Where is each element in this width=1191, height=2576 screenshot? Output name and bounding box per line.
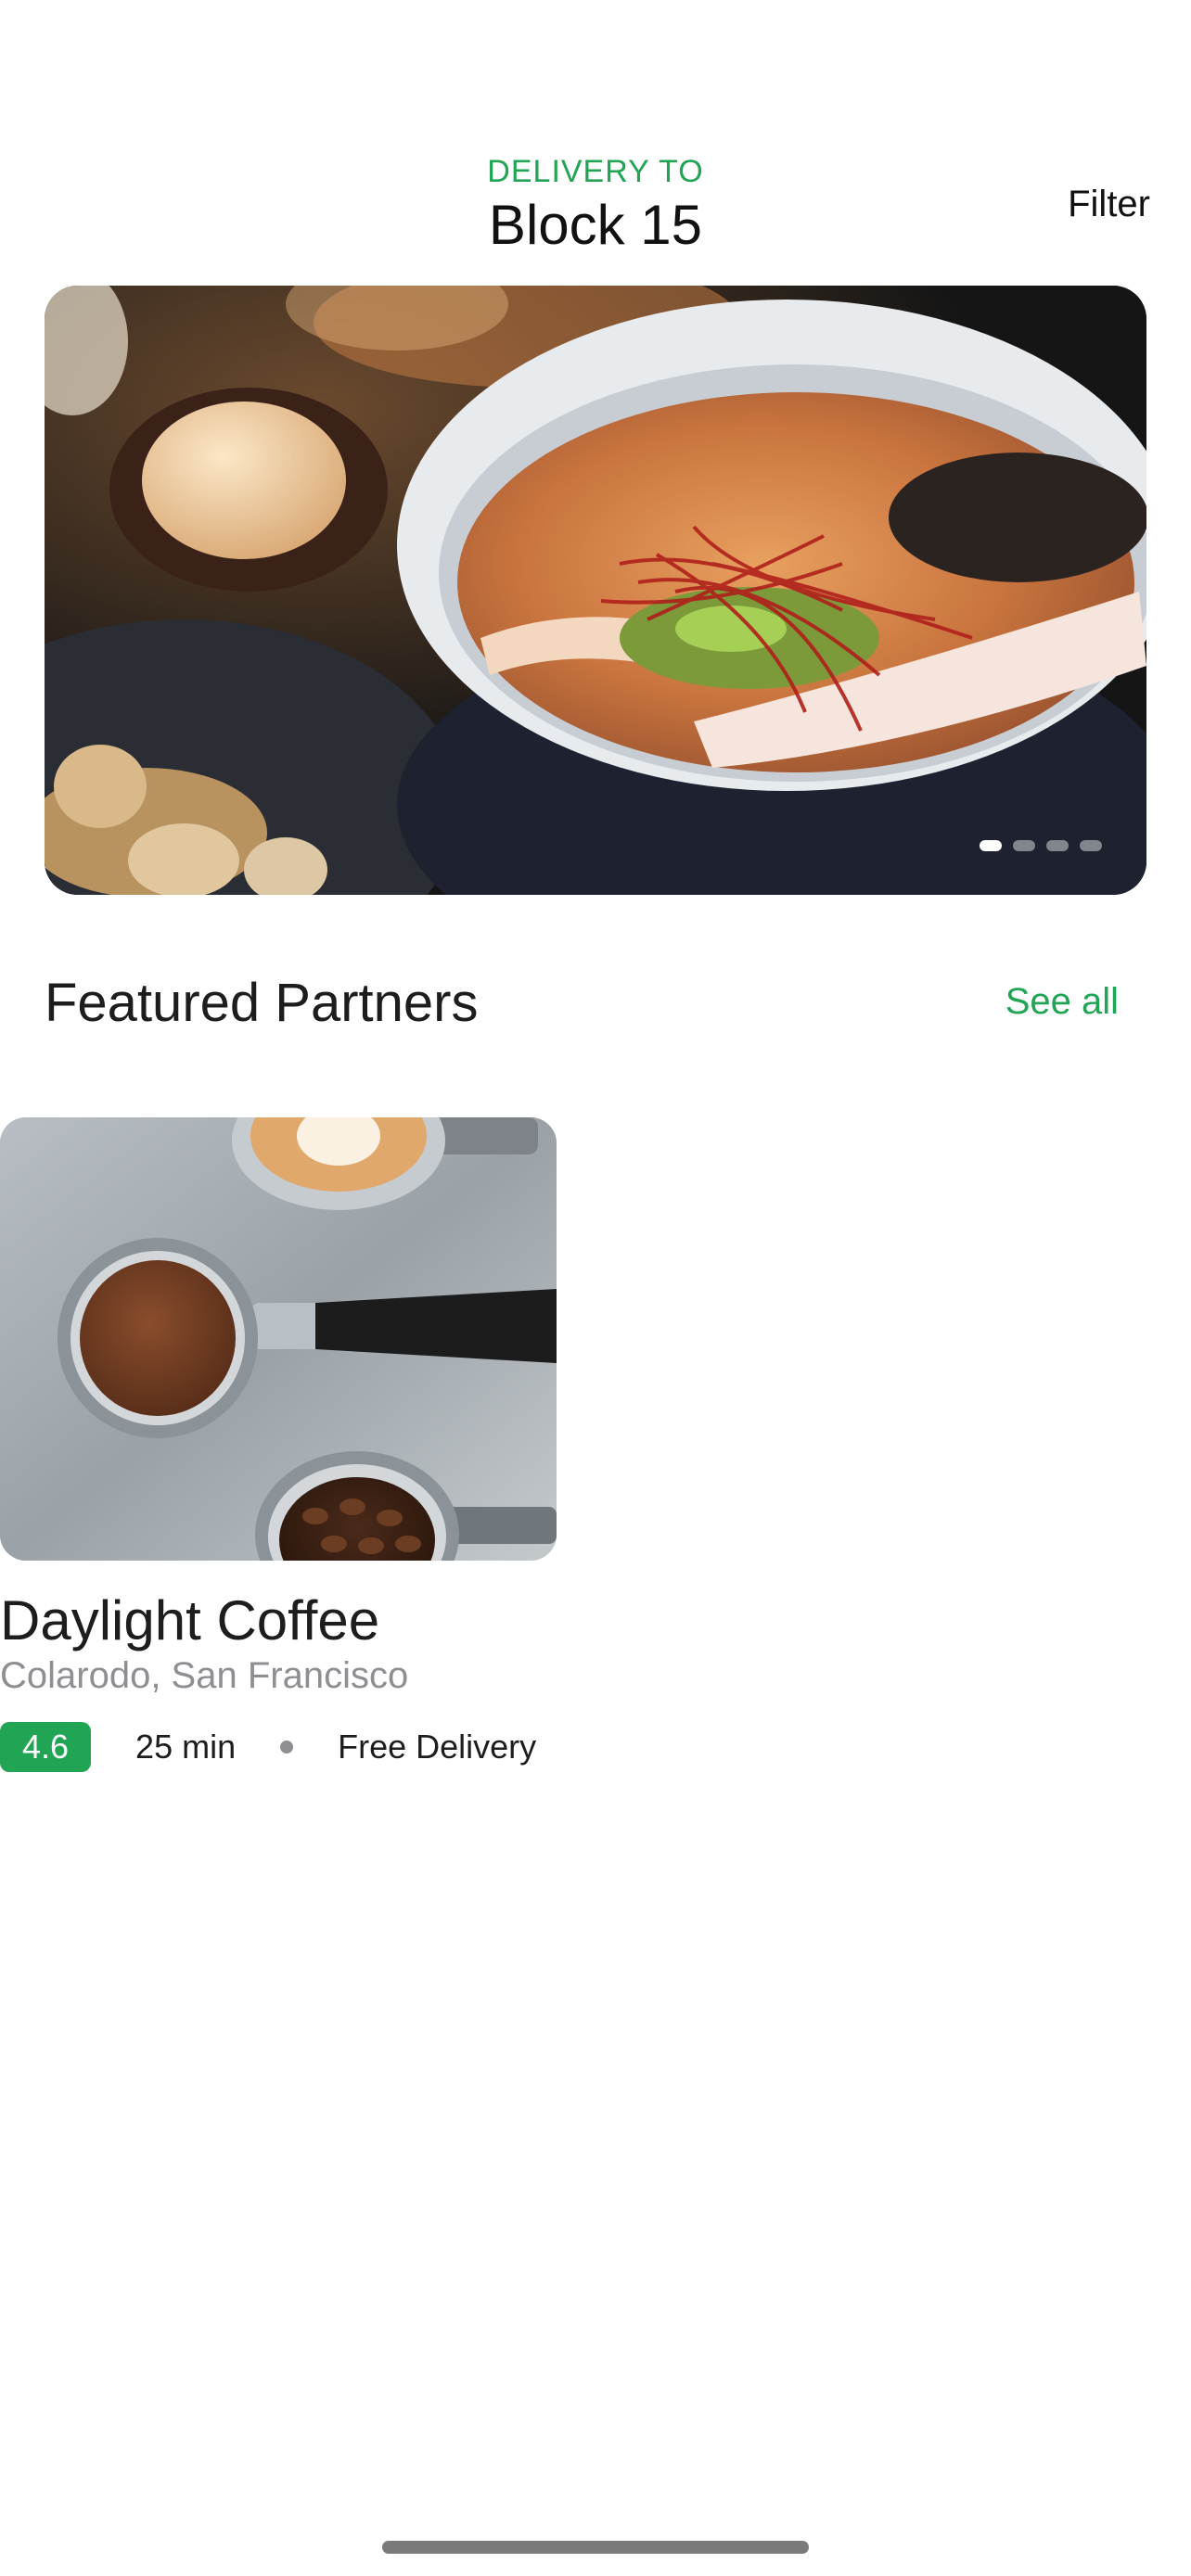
coffee-photo [0, 1117, 557, 1561]
section-title: Featured Partners [45, 973, 479, 1033]
carousel-dot-1[interactable] [980, 840, 1002, 851]
delivery-time: 25 min [135, 1728, 237, 1766]
delivery-location[interactable]: Block 15 [0, 193, 1191, 257]
partner-card[interactable]: Daylight Coffee Colarodo, San Francisco … [0, 1117, 557, 1785]
see-all-link[interactable]: See all [1005, 981, 1119, 1023]
header: DELIVERY TO Block 15 Filter [0, 0, 1191, 278]
partner-meta: 4.6 25 min Free Delivery [0, 1722, 536, 1772]
carousel-dot-2[interactable] [1013, 840, 1035, 851]
delivery-to-label: DELIVERY TO [487, 154, 704, 189]
partner-image [0, 1117, 557, 1561]
filter-button[interactable]: Filter [1068, 184, 1150, 225]
hero-carousel[interactable] [45, 286, 1146, 895]
rating-badge: 4.6 [0, 1722, 92, 1772]
carousel-dots[interactable] [980, 840, 1102, 851]
home-indicator[interactable] [382, 2541, 809, 2554]
ramen-bowl-photo [45, 286, 1146, 895]
delivery-fee: Free Delivery [338, 1728, 537, 1766]
carousel-dot-4[interactable] [1080, 840, 1102, 851]
partner-name: Daylight Coffee [0, 1589, 380, 1651]
carousel-dot-3[interactable] [1046, 840, 1069, 851]
separator-dot-icon [280, 1741, 294, 1753]
partner-location: Colarodo, San Francisco [0, 1655, 409, 1696]
